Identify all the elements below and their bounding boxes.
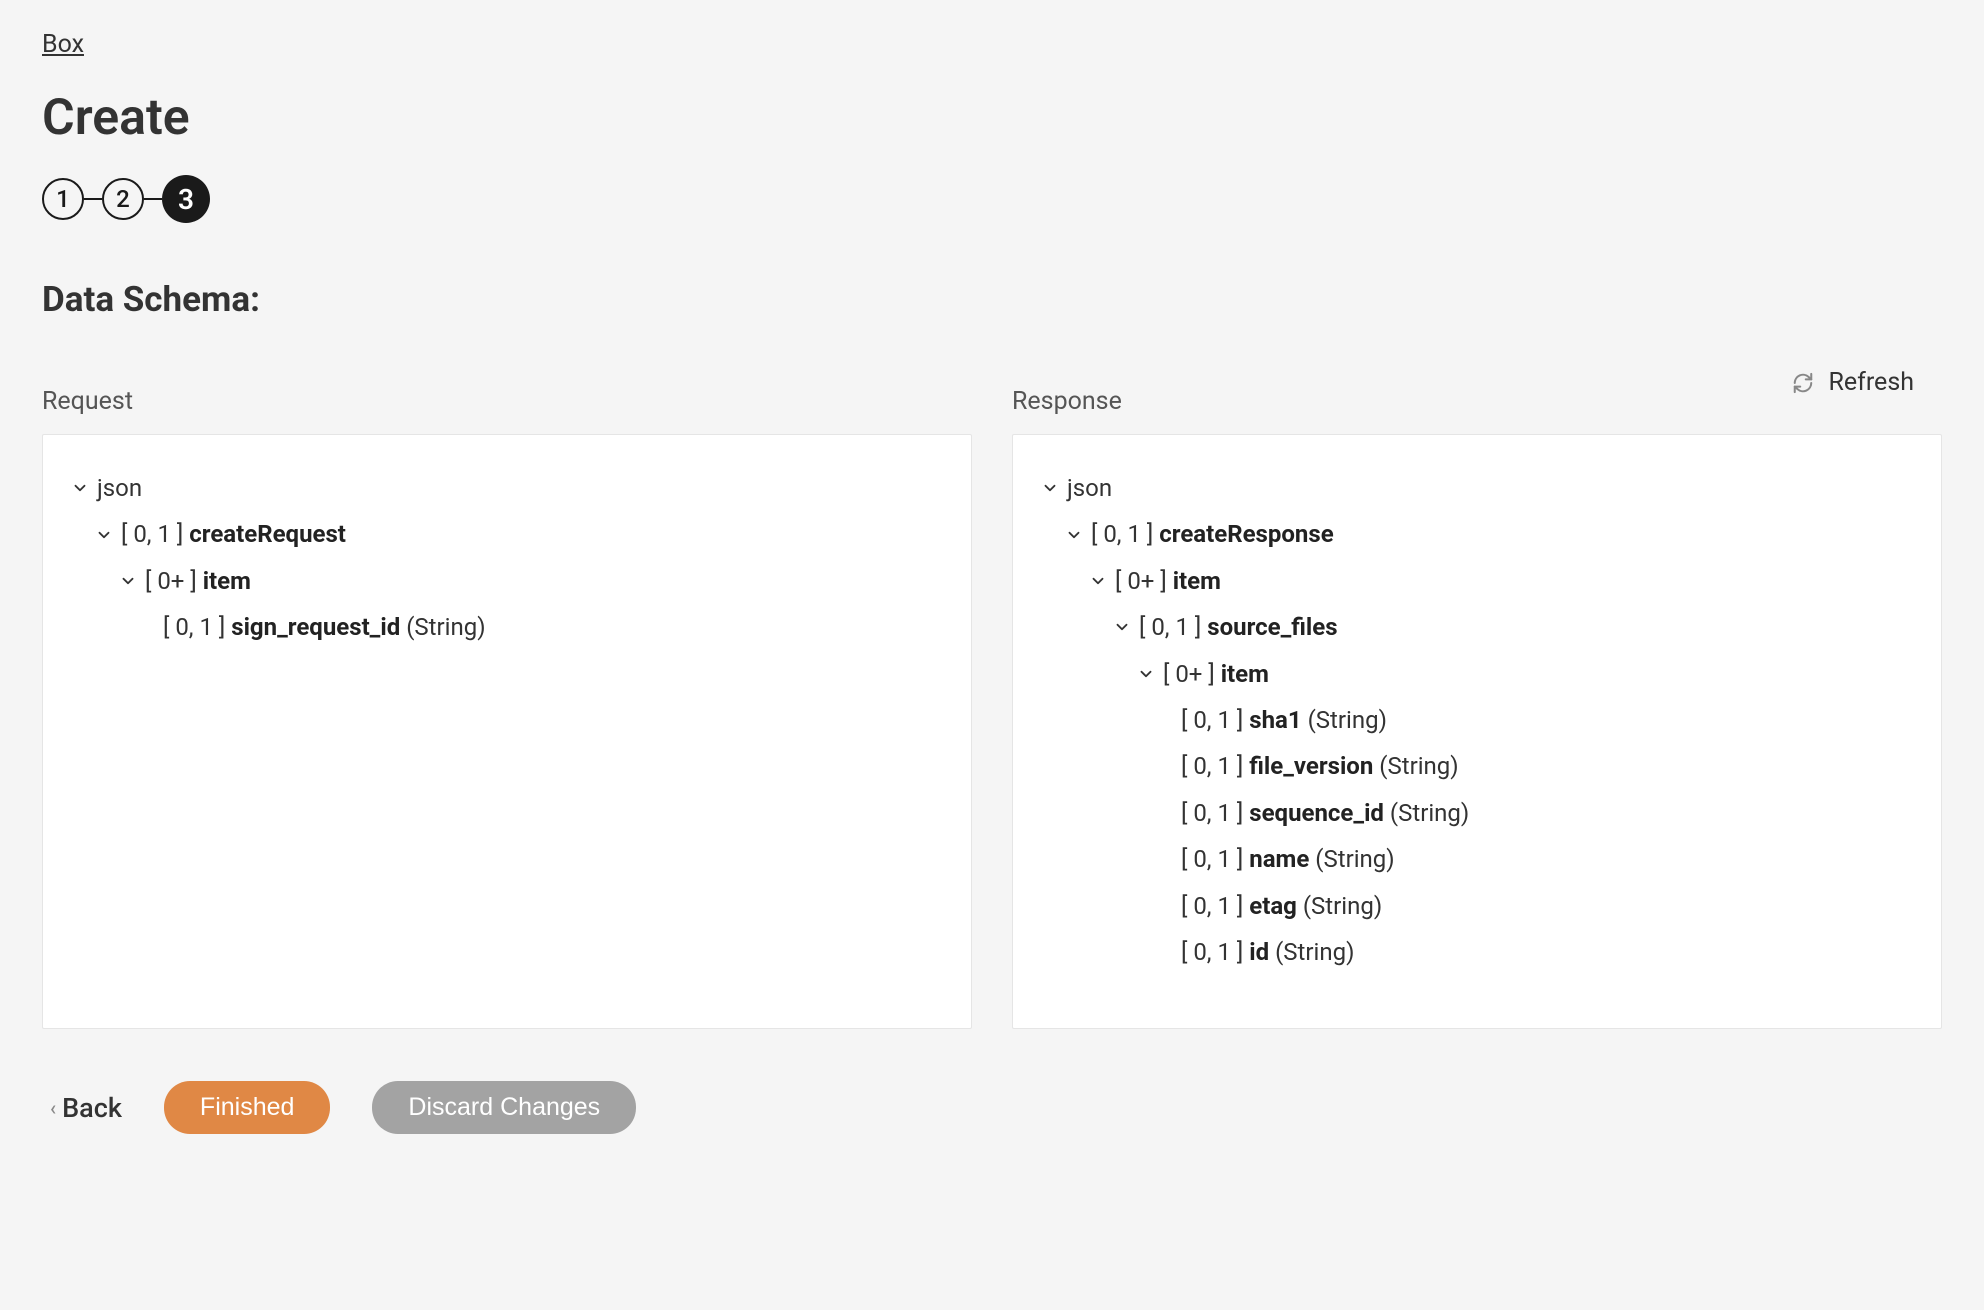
- tree-children: [ 0, 1 ] createResponse[ 0+ ] item[ 0, 1…: [1041, 511, 1913, 975]
- chevron-down-icon[interactable]: [1065, 526, 1083, 544]
- tree-root[interactable]: json: [1041, 465, 1913, 511]
- tree-node-label: [ 0+ ] item: [1115, 562, 1221, 600]
- tree-node-label: [ 0, 1 ] sign_request_id (String): [163, 608, 486, 646]
- tree-node-label: [ 0+ ] item: [1163, 655, 1269, 693]
- back-label: Back: [62, 1092, 122, 1124]
- back-button[interactable]: ‹ Back: [50, 1092, 122, 1124]
- tree-node-label: [ 0, 1 ] name (String): [1181, 840, 1395, 878]
- tree-node-label: [ 0, 1 ] createRequest: [121, 515, 346, 553]
- chevron-left-icon: ‹: [50, 1096, 56, 1120]
- chevron-down-icon[interactable]: [119, 572, 137, 590]
- chevron-down-icon[interactable]: [95, 526, 113, 544]
- tree-node-label: [ 0+ ] item: [145, 562, 251, 600]
- tree-children: [ 0, 1 ] sign_request_id (String): [119, 604, 943, 650]
- section-title: Data Schema:: [42, 279, 1942, 320]
- request-panel-label: Request: [42, 387, 972, 416]
- tree-node-label: [ 0, 1 ] sha1 (String): [1181, 701, 1387, 739]
- tree-node: [ 0, 1 ] name (String): [1181, 836, 1913, 882]
- step-1[interactable]: 1: [42, 178, 84, 220]
- response-tree: json[ 0, 1 ] createResponse[ 0+ ] item[ …: [1041, 465, 1913, 975]
- stepper: 1 2 3: [42, 175, 1942, 223]
- step-3[interactable]: 3: [162, 175, 210, 223]
- tree-node[interactable]: [ 0, 1 ] createRequest: [95, 511, 943, 557]
- tree-node[interactable]: [ 0+ ] item: [1089, 558, 1913, 604]
- tree-node[interactable]: [ 0+ ] item: [1137, 651, 1913, 697]
- step-connector: [84, 198, 102, 201]
- tree-children: [ 0+ ] item [ 0, 1 ] sign_request_id (Str…: [95, 558, 943, 651]
- tree-children: [ 0, 1 ] createRequest [ 0+ ] item [ 0, 1 …: [71, 511, 943, 650]
- tree-node-label: [ 0, 1 ] sequence_id (String): [1181, 794, 1469, 832]
- tree-children: [ 0, 1 ] source_files [ 0+ ] item [ 0, 1 ]…: [1089, 604, 1913, 975]
- tree-node: [ 0, 1 ] file_version (String): [1181, 743, 1913, 789]
- tree-children: [ 0+ ] item [ 0, 1 ] source_files [ 0+ ] i…: [1065, 558, 1913, 976]
- tree-root[interactable]: json: [71, 465, 943, 511]
- tree-root-label: json: [1067, 469, 1112, 507]
- response-panel-label: Response: [1012, 387, 1942, 416]
- tree-children: [ 0, 1 ] sha1 (String) [ 0, 1 ] file_vers…: [1137, 697, 1913, 975]
- tree-node: [ 0, 1 ] sign_request_id (String): [163, 604, 943, 650]
- tree-node: [ 0, 1 ] sequence_id (String): [1181, 790, 1913, 836]
- tree-node[interactable]: [ 0, 1 ] source_files: [1113, 604, 1913, 650]
- tree-node[interactable]: [ 0, 1 ] createResponse: [1065, 511, 1913, 557]
- tree-node-label: [ 0, 1 ] source_files: [1139, 608, 1338, 646]
- request-panel: json[ 0, 1 ] createRequest[ 0+ ] item[ 0…: [42, 434, 972, 1029]
- tree-node: [ 0, 1 ] etag (String): [1181, 883, 1913, 929]
- chevron-down-icon[interactable]: [1089, 572, 1107, 590]
- chevron-down-icon[interactable]: [1041, 479, 1059, 497]
- tree-node: [ 0, 1 ] id (String): [1181, 929, 1913, 975]
- request-tree: json[ 0, 1 ] createRequest[ 0+ ] item[ 0…: [71, 465, 943, 651]
- chevron-down-icon[interactable]: [1137, 665, 1155, 683]
- tree-node[interactable]: [ 0+ ] item: [119, 558, 943, 604]
- discard-button[interactable]: Discard Changes: [372, 1081, 636, 1134]
- response-panel: json[ 0, 1 ] createResponse[ 0+ ] item[ …: [1012, 434, 1942, 1029]
- tree-node-label: [ 0, 1 ] id (String): [1181, 933, 1354, 971]
- tree-node-label: [ 0, 1 ] file_version (String): [1181, 747, 1459, 785]
- tree-root-label: json: [97, 469, 142, 507]
- page-title: Create: [42, 89, 1942, 147]
- step-connector: [144, 198, 162, 201]
- finished-button[interactable]: Finished: [164, 1081, 331, 1134]
- step-2[interactable]: 2: [102, 178, 144, 220]
- chevron-down-icon[interactable]: [71, 479, 89, 497]
- tree-node-label: [ 0, 1 ] createResponse: [1091, 515, 1334, 553]
- tree-node: [ 0, 1 ] sha1 (String): [1181, 697, 1913, 743]
- tree-node-label: [ 0, 1 ] etag (String): [1181, 887, 1382, 925]
- chevron-down-icon[interactable]: [1113, 618, 1131, 636]
- tree-children: [ 0+ ] item[ 0, 1 ] sha1 (String)[ 0, 1 …: [1113, 651, 1913, 976]
- breadcrumb-link[interactable]: Box: [42, 30, 84, 59]
